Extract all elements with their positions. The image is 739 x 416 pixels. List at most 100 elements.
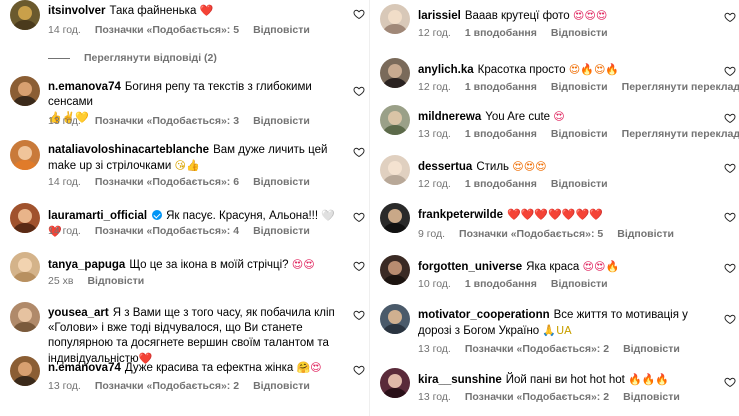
column-divider xyxy=(369,0,370,416)
reply-button[interactable]: Відповісти xyxy=(623,343,680,355)
reply-button[interactable]: Відповісти xyxy=(253,24,310,36)
comment-time[interactable]: 13 год. xyxy=(48,380,81,392)
comment-username[interactable]: nataliavoloshinacarteblanche xyxy=(48,144,209,156)
avatar[interactable] xyxy=(10,0,40,30)
comment-time[interactable]: 25 хв xyxy=(48,275,73,287)
comment-emoji: 😍😍 xyxy=(291,258,315,271)
like-heart-icon[interactable] xyxy=(724,65,736,77)
comment-time[interactable]: 10 год. xyxy=(418,278,451,290)
avatar[interactable] xyxy=(10,302,40,332)
like-heart-icon[interactable] xyxy=(353,309,365,321)
comment-text: Йой пані ви hot hot hot xyxy=(505,374,625,386)
like-heart-icon[interactable] xyxy=(353,260,365,272)
comment-meta: 14 год. Позначки «Подобається»: 4 Відповіс… xyxy=(48,225,324,237)
comment-emoji: ❤️❤️❤️❤️❤️❤️❤️ xyxy=(507,208,603,221)
avatar[interactable] xyxy=(380,4,410,34)
avatar[interactable] xyxy=(380,368,410,398)
comment-time[interactable]: 13 год. xyxy=(418,391,451,403)
comment-time[interactable]: 14 год. xyxy=(48,225,81,237)
see-translation-button[interactable]: Переглянути переклад xyxy=(622,81,739,93)
comment-time[interactable]: 12 год. xyxy=(418,178,451,190)
likes-count[interactable]: Позначки «Подобається»: 4 xyxy=(95,225,239,237)
avatar[interactable] xyxy=(380,155,410,185)
likes-count[interactable]: Позначки «Подобається»: 5 xyxy=(459,228,603,240)
likes-count[interactable]: 1 вподобання xyxy=(465,278,537,290)
comment-username[interactable]: anylich.ka xyxy=(418,64,474,76)
see-translation-button[interactable]: Переглянути переклад xyxy=(622,128,739,140)
comment-text: Вааав крутецї фото xyxy=(464,10,570,22)
comment-username[interactable]: kira__sunshine xyxy=(418,374,502,386)
like-heart-icon[interactable] xyxy=(724,376,736,388)
comment-username[interactable]: n.emanova74 xyxy=(48,362,121,374)
avatar[interactable] xyxy=(380,203,410,233)
like-heart-icon[interactable] xyxy=(353,85,365,97)
reply-button[interactable]: Відповісти xyxy=(551,81,608,93)
comment-username[interactable]: lauramarti_official xyxy=(48,210,147,222)
comment-username[interactable]: dessertua xyxy=(418,161,472,173)
comment-meta: 12 год. 1 вподобання Відповісти Переглянути… xyxy=(418,81,739,93)
avatar[interactable] xyxy=(380,58,410,88)
avatar[interactable] xyxy=(380,105,410,135)
comment-username[interactable]: mildnerewa xyxy=(418,111,481,123)
avatar[interactable] xyxy=(10,140,40,170)
avatar[interactable] xyxy=(10,356,40,386)
comment-username[interactable]: tanya_papuga xyxy=(48,259,125,271)
comment-emoji: ❤️ xyxy=(199,4,214,17)
reply-button[interactable]: Відповісти xyxy=(253,176,310,188)
comment-time[interactable]: 13 год. xyxy=(48,115,81,127)
reply-button[interactable]: Відповісти xyxy=(551,27,608,39)
reply-button[interactable]: Відповісти xyxy=(551,178,608,190)
like-heart-icon[interactable] xyxy=(724,211,736,223)
comment-emoji: 🙏UA xyxy=(542,324,572,337)
avatar[interactable] xyxy=(10,76,40,106)
comment-username[interactable]: larissiel xyxy=(418,10,461,22)
view-replies-button[interactable]: Переглянути відповіді (2) xyxy=(48,52,217,64)
reply-button[interactable]: Відповісти xyxy=(87,275,144,287)
avatar[interactable] xyxy=(10,252,40,282)
comment-time[interactable]: 14 год. xyxy=(48,176,81,188)
reply-button[interactable]: Відповісти xyxy=(253,380,310,392)
comment-username[interactable]: forgotten_universe xyxy=(418,261,522,273)
comment-time[interactable]: 12 год. xyxy=(418,27,451,39)
comment-username[interactable]: motivator_cooperationn xyxy=(418,309,550,321)
comment-username[interactable]: n.emanova74 xyxy=(48,81,121,93)
comment-meta: 14 год. Позначки «Подобається»: 6 Відповіс… xyxy=(48,176,324,188)
likes-count[interactable]: 1 вподобання xyxy=(465,128,537,140)
reply-button[interactable]: Відповісти xyxy=(623,391,680,403)
like-heart-icon[interactable] xyxy=(724,162,736,174)
like-heart-icon[interactable] xyxy=(724,262,736,274)
reply-button[interactable]: Відповісти xyxy=(617,228,674,240)
likes-count[interactable]: 1 вподобання xyxy=(465,178,537,190)
likes-count[interactable]: Позначки «Подобається»: 3 xyxy=(95,115,239,127)
reply-button[interactable]: Відповісти xyxy=(551,128,608,140)
likes-count[interactable]: Позначки «Подобається»: 2 xyxy=(465,343,609,355)
like-heart-icon[interactable] xyxy=(353,8,365,20)
like-heart-icon[interactable] xyxy=(724,112,736,124)
like-heart-icon[interactable] xyxy=(353,364,365,376)
likes-count[interactable]: Позначки «Подобається»: 2 xyxy=(465,391,609,403)
comment-time[interactable]: 14 год. xyxy=(48,24,81,36)
comment-username[interactable]: yousea_art xyxy=(48,307,109,319)
reply-button[interactable]: Відповісти xyxy=(551,278,608,290)
likes-count[interactable]: 1 вподобання xyxy=(465,81,537,93)
like-heart-icon[interactable] xyxy=(353,211,365,223)
comment-username[interactable]: itsinvolver xyxy=(48,5,106,17)
comment-meta: 25 хв Відповісти xyxy=(48,275,158,287)
comment-time[interactable]: 13 год. xyxy=(418,343,451,355)
likes-count[interactable]: Позначки «Подобається»: 2 xyxy=(95,380,239,392)
reply-button[interactable]: Відповісти xyxy=(253,225,310,237)
avatar[interactable] xyxy=(10,203,40,233)
like-heart-icon[interactable] xyxy=(724,313,736,325)
like-heart-icon[interactable] xyxy=(724,11,736,23)
reply-button[interactable]: Відповісти xyxy=(253,115,310,127)
likes-count[interactable]: 1 вподобання xyxy=(465,27,537,39)
avatar[interactable] xyxy=(380,255,410,285)
comment-time[interactable]: 9 год. xyxy=(418,228,445,240)
likes-count[interactable]: Позначки «Подобається»: 6 xyxy=(95,176,239,188)
comment-time[interactable]: 12 год. xyxy=(418,81,451,93)
like-heart-icon[interactable] xyxy=(353,146,365,158)
comment-username[interactable]: frankpeterwilde xyxy=(418,209,503,221)
likes-count[interactable]: Позначки «Подобається»: 5 xyxy=(95,24,239,36)
avatar[interactable] xyxy=(380,304,410,334)
comment-time[interactable]: 13 год. xyxy=(418,128,451,140)
